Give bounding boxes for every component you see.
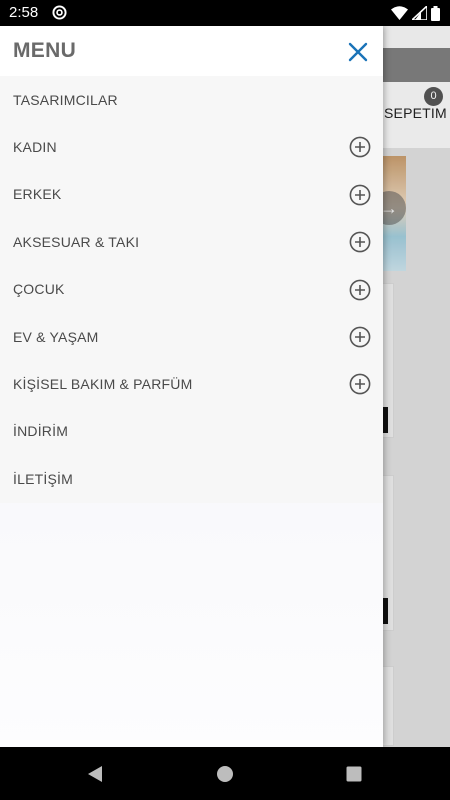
close-icon[interactable]	[345, 39, 371, 65]
menu-item-indirim[interactable]: İNDİRİM	[0, 408, 383, 455]
battery-icon	[431, 5, 440, 21]
menu-item-kadin[interactable]: KADIN	[0, 123, 383, 170]
menu-item-label: KADIN	[13, 139, 57, 156]
at-sign-icon	[52, 5, 67, 20]
plus-circle-icon[interactable]	[349, 373, 371, 395]
menu-item-aksesuar-taki[interactable]: AKSESUAR & TAKI	[0, 218, 383, 265]
menu-item-label: İNDİRİM	[13, 423, 69, 440]
drawer-title: MENU	[13, 39, 77, 62]
menu-item-iletisim[interactable]: İLETİŞİM	[0, 455, 383, 502]
plus-circle-icon[interactable]	[349, 231, 371, 253]
menu-item-label: EV & YAŞAM	[13, 328, 99, 345]
home-icon[interactable]	[214, 763, 236, 785]
navigation-bar	[0, 747, 450, 800]
wifi-icon	[391, 6, 408, 20]
recents-icon[interactable]	[343, 763, 365, 785]
drawer-header: MENU	[0, 26, 383, 76]
menu-item-label: ÇOCUK	[13, 281, 65, 298]
menu-item-tasarimcilar[interactable]: TASARIMCILAR	[0, 76, 383, 123]
menu-item-label: TASARIMCILAR	[13, 91, 118, 108]
menu-list: TASARIMCILAR KADIN ERKEK AKSESUAR & TAKI	[0, 76, 383, 503]
plus-circle-icon[interactable]	[349, 184, 371, 206]
status-time: 2:58	[9, 4, 39, 21]
menu-item-cocuk[interactable]: ÇOCUK	[0, 266, 383, 313]
menu-item-label: AKSESUAR & TAKI	[13, 233, 140, 250]
menu-item-kisisel-bakim-parfum[interactable]: KİŞİSEL BAKIM & PARFÜM	[0, 360, 383, 407]
menu-item-label: KİŞİSEL BAKIM & PARFÜM	[13, 376, 193, 393]
menu-item-label: İLETİŞİM	[13, 470, 73, 487]
plus-circle-icon[interactable]	[349, 326, 371, 348]
plus-circle-icon[interactable]	[349, 136, 371, 158]
menu-item-erkek[interactable]: ERKEK	[0, 171, 383, 218]
navigation-drawer: MENU TASARIMCILAR KADIN ERKEK AKSESUAR &…	[0, 26, 383, 747]
status-bar: 2:58	[0, 0, 450, 26]
back-icon[interactable]	[84, 763, 106, 785]
status-icons	[391, 5, 440, 21]
cell-signal-icon	[412, 6, 427, 20]
menu-item-label: ERKEK	[13, 186, 62, 203]
menu-item-ev-yasam[interactable]: EV & YAŞAM	[0, 313, 383, 360]
plus-circle-icon[interactable]	[349, 279, 371, 301]
